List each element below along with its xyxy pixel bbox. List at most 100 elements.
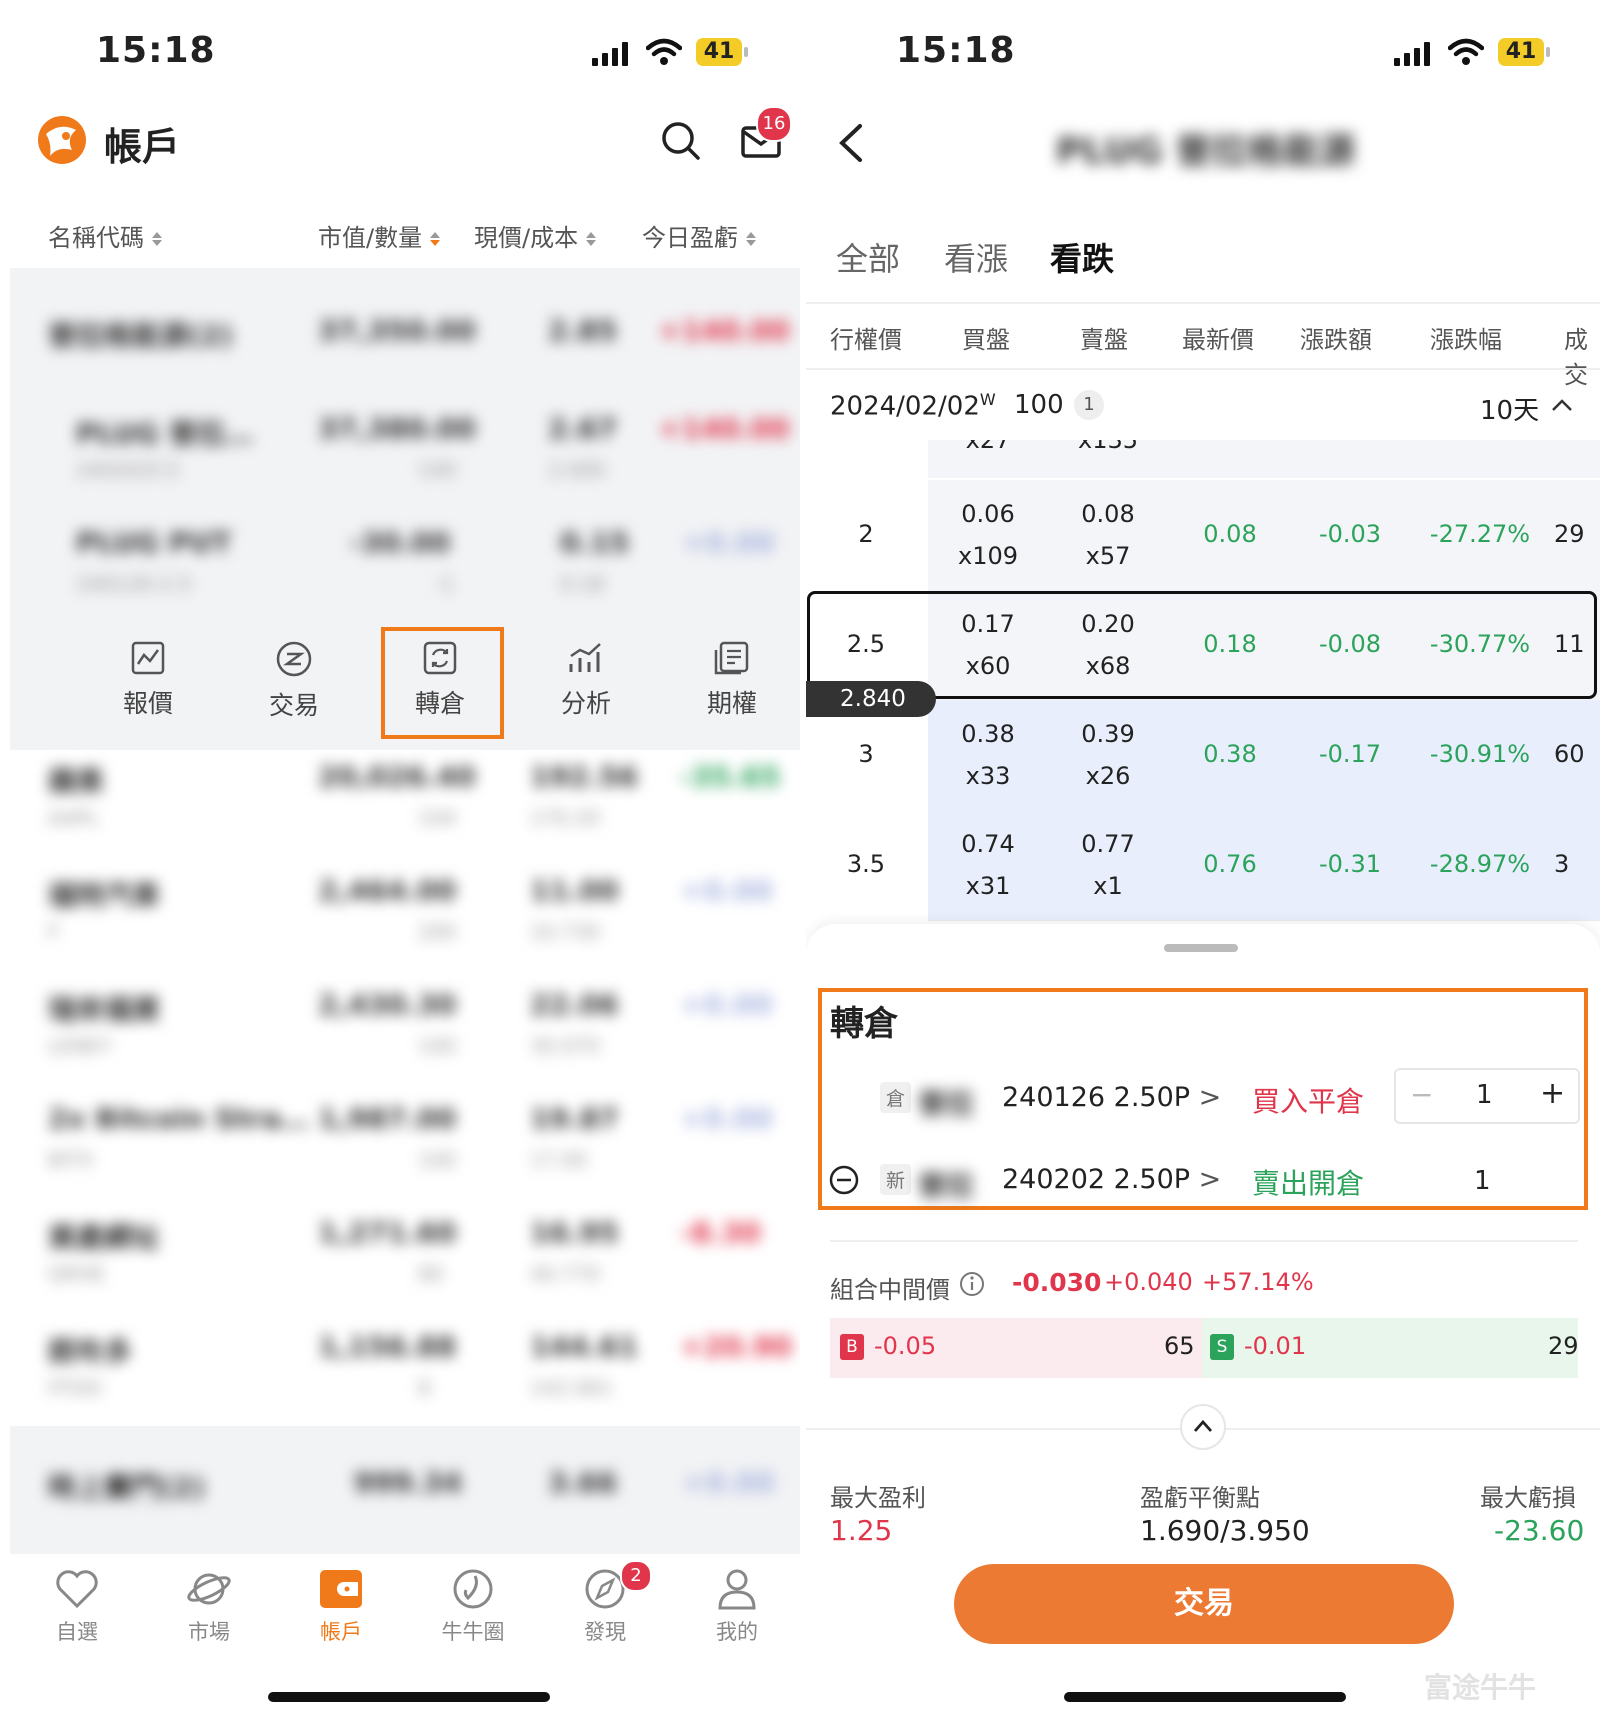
cell-vol: 3 xyxy=(1554,850,1570,878)
name: 2x Bitcoin Stra… xyxy=(48,1102,309,1135)
expiry-date[interactable]: 2024/02/02W xyxy=(830,390,996,422)
col-change: 漲跌額 xyxy=(1300,326,1372,354)
footer-group-pl: +0.00 xyxy=(682,1466,775,1499)
cost: 170.20 xyxy=(530,806,600,830)
home-indicator xyxy=(1064,1692,1346,1702)
contract-size: 100 xyxy=(1014,390,1064,420)
qty: 104 xyxy=(418,806,457,830)
action-label: 期權 xyxy=(706,689,757,718)
nav-label: 牛牛圈 xyxy=(441,1620,505,1644)
wifi-icon xyxy=(1448,38,1484,65)
name: 瑞來福資 xyxy=(48,993,161,1026)
col-header-pl[interactable]: 今日盈虧 xyxy=(642,218,756,253)
cell-ask-size: x57 xyxy=(1085,542,1131,570)
group-price: 2.85 xyxy=(548,314,618,347)
leg-old-contract-text: 240126 2.50P xyxy=(1002,1082,1191,1113)
col-change-pct: 漲跌幅 xyxy=(1430,326,1502,354)
cell-bid: 0.38 xyxy=(961,720,1015,748)
footer-group-price: 3.66 xyxy=(548,1466,618,1499)
nav-community[interactable]: 牛牛圈 xyxy=(418,1568,528,1646)
leg-new-contract[interactable]: 240202 2.50P > xyxy=(1002,1164,1221,1195)
price: 192.56 xyxy=(530,760,639,793)
cell-ask: 0.77 xyxy=(1081,830,1135,858)
combo-change: +0.040 xyxy=(1104,1268,1193,1296)
quantity-value[interactable]: 1 xyxy=(1476,1080,1493,1110)
stock-title: PLUG 普拉格能源 xyxy=(1056,131,1356,172)
trade-button[interactable]: 交易 xyxy=(954,1564,1454,1644)
cell-bid-size: x109 xyxy=(957,542,1018,570)
cell-strike: 3.5 xyxy=(846,850,886,878)
info-icon[interactable] xyxy=(958,1270,986,1298)
chevron-up-icon[interactable] xyxy=(1550,396,1574,414)
leg-old-contract[interactable]: 240126 2.50P > xyxy=(1002,1082,1221,1113)
battery-cap xyxy=(1546,47,1550,57)
signal-icon xyxy=(592,42,632,66)
code: F xyxy=(48,920,60,944)
bid-size: x27 xyxy=(965,440,1011,454)
wifi-icon xyxy=(646,38,682,65)
trade-icon xyxy=(276,641,312,677)
cell-bid: 0.74 xyxy=(961,830,1015,858)
partial-chain-row: x27 x135 xyxy=(806,440,1600,478)
nav-me[interactable]: 我的 xyxy=(682,1568,792,1646)
planet-icon xyxy=(187,1573,231,1605)
leg-new-name: 普拉 xyxy=(918,1169,975,1202)
cell-vol: 29 xyxy=(1554,520,1585,548)
tab-calls[interactable]: 看漲 xyxy=(944,234,1008,280)
chain-row[interactable]: 3.5 0.74 x31 0.77 x1 0.76 -0.31 -28.97% 3 xyxy=(806,810,1600,921)
leg-old-action: 買入平倉 xyxy=(1252,1085,1365,1118)
heart-icon xyxy=(56,1570,98,1609)
pl: -8.30 xyxy=(680,1216,761,1249)
nav-account[interactable]: 帳戶 xyxy=(286,1568,396,1646)
position-count-badge: 1 xyxy=(1074,390,1104,420)
action-quote[interactable]: 報價 xyxy=(88,640,208,720)
chain-row[interactable]: 2 0.06 x109 0.08 x57 0.08 -0.03 -27.27% 29 xyxy=(806,480,1600,591)
pl: -35.65 xyxy=(680,760,781,793)
footer-group-value: 999.34 xyxy=(354,1466,463,1499)
analysis-icon xyxy=(569,643,601,672)
nav-label: 自選 xyxy=(56,1620,98,1644)
cell-last: 0.08 xyxy=(1203,520,1257,548)
code: QRHE xyxy=(48,1262,106,1286)
action-options[interactable]: 期權 xyxy=(672,640,792,720)
community-icon xyxy=(453,1569,493,1609)
remove-leg-icon[interactable] xyxy=(828,1164,860,1196)
pl: +0.00 xyxy=(680,988,773,1021)
sheet-drag-handle[interactable] xyxy=(1164,944,1238,952)
combo-ask-price: -0.01 xyxy=(1244,1332,1307,1360)
nav-watchlist[interactable]: 自選 xyxy=(22,1568,132,1646)
price: 144.61 xyxy=(530,1330,639,1363)
cost: 17.00 xyxy=(530,1148,588,1172)
sub-row-code: 240126-2.5 xyxy=(76,572,192,596)
qty: 200 xyxy=(418,920,457,944)
cost: 30.070 xyxy=(530,1034,600,1058)
signal-icon xyxy=(1394,42,1434,66)
action-trade[interactable]: 交易 xyxy=(234,640,354,722)
watermark: 富途牛牛 xyxy=(1424,1671,1537,1704)
chain-row[interactable]: 3 0.38 x33 0.39 x26 0.38 -0.17 -30.91% 60 xyxy=(806,700,1600,811)
search-icon[interactable] xyxy=(660,120,702,162)
quantity-stepper: − 1 + xyxy=(1394,1068,1580,1124)
back-arrow-icon[interactable] xyxy=(836,122,866,164)
sub-row-cost: 2.000 xyxy=(548,458,606,482)
cell-bid: 0.06 xyxy=(961,500,1015,528)
increment-button[interactable]: + xyxy=(1540,1076,1565,1111)
col-header-name[interactable]: 名稱代碼 xyxy=(48,218,162,253)
home-indicator xyxy=(268,1692,550,1702)
sub-row-price: 2.67 xyxy=(548,412,618,445)
value: 1,987.00 xyxy=(318,1102,457,1135)
col-header-price[interactable]: 現價/成本 xyxy=(474,218,597,253)
tab-all[interactable]: 全部 xyxy=(836,234,900,280)
cost: 142.061 xyxy=(530,1376,613,1400)
tab-puts[interactable]: 看跌 xyxy=(1050,234,1114,280)
col-header-value[interactable]: 市值/數量 xyxy=(318,218,441,253)
col-last: 最新價 xyxy=(1182,326,1254,354)
nav-market[interactable]: 市場 xyxy=(154,1568,264,1646)
leg-new-quantity: 1 xyxy=(1474,1166,1491,1196)
action-label: 報價 xyxy=(122,689,173,718)
decrement-button[interactable]: − xyxy=(1410,1078,1433,1111)
action-analysis[interactable]: 分析 xyxy=(526,640,646,720)
expand-button[interactable] xyxy=(1180,1404,1226,1450)
quote-chart-icon xyxy=(131,641,165,675)
name: 資產網址 xyxy=(48,1221,161,1254)
